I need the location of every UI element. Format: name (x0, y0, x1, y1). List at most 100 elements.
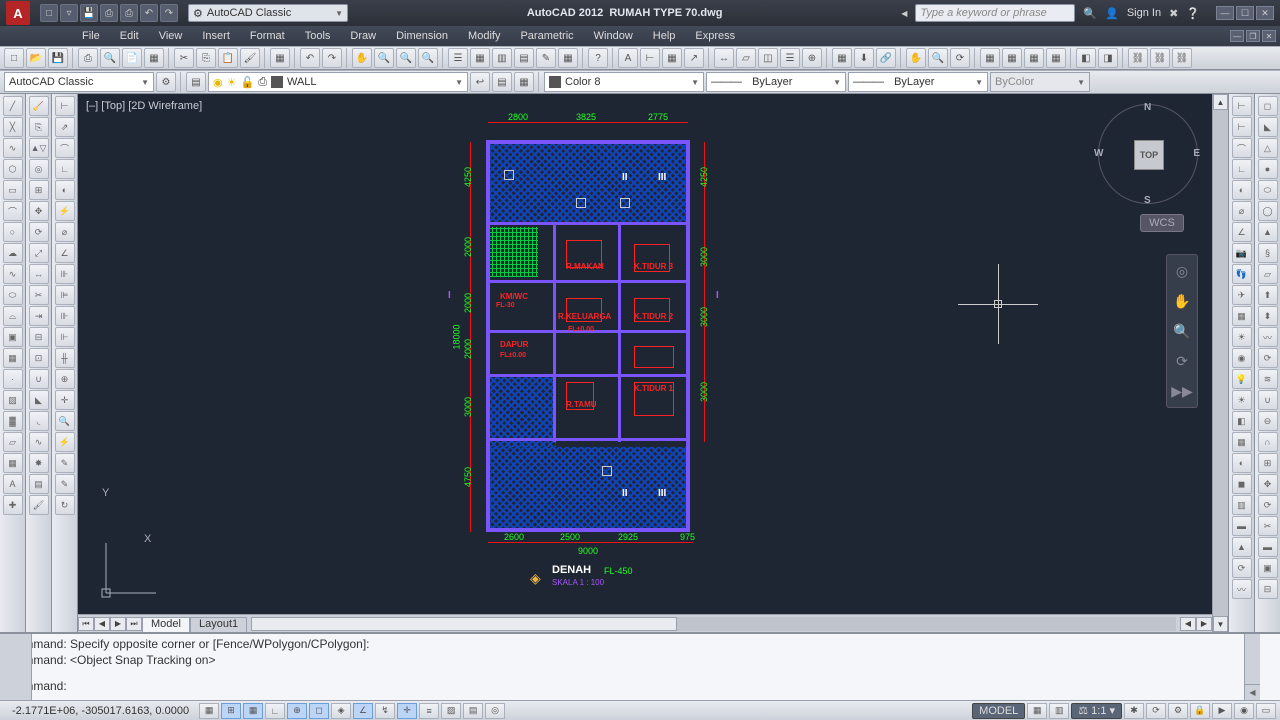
transparency-icon[interactable]: ▨ (441, 703, 461, 719)
tablestyle-icon[interactable]: ▦ (662, 48, 682, 68)
color-dropdown[interactable]: Color 8▼ (544, 72, 704, 92)
isolate-objects-icon[interactable]: ◉ (1234, 703, 1254, 719)
point-icon[interactable]: · (3, 369, 23, 389)
flatten-icon[interactable]: ▬ (1232, 516, 1252, 536)
wedge-icon[interactable]: ◣ (1258, 117, 1278, 137)
stretch-icon[interactable]: ↔ (29, 264, 49, 284)
new-icon[interactable]: □ (40, 4, 58, 22)
dim-linear-icon[interactable]: ⊢ (1232, 96, 1252, 116)
render-icon[interactable]: ☀ (1232, 327, 1252, 347)
visual-icon[interactable]: ▦ (1232, 306, 1252, 326)
menu-dimension[interactable]: Dimension (386, 26, 458, 46)
rect-icon[interactable]: ▭ (3, 180, 23, 200)
undo-icon[interactable]: ↶ (300, 48, 320, 68)
viewport-label[interactable]: [–] [Top] [2D Wireframe] (86, 100, 202, 112)
last-tab-icon[interactable]: ⏭ (126, 617, 142, 631)
dim-rad-icon[interactable]: ◐ (1232, 180, 1252, 200)
clean-screen-icon[interactable]: ▭ (1256, 703, 1276, 719)
plotstyle-dropdown[interactable]: ByColor▼ (990, 72, 1090, 92)
tol-icon[interactable]: ⊕ (55, 369, 75, 389)
area-icon[interactable]: ▱ (736, 48, 756, 68)
offset-icon[interactable]: ◎ (29, 159, 49, 179)
quickcalc-icon[interactable]: ▦ (558, 48, 578, 68)
app-icon[interactable]: A (6, 1, 30, 25)
tab-layout1[interactable]: Layout1 (190, 617, 247, 633)
dim-ang-icon[interactable]: ∠ (1232, 222, 1252, 242)
menu-parametric[interactable]: Parametric (510, 26, 583, 46)
redo-icon[interactable]: ↷ (322, 48, 342, 68)
annotation-autoscale-icon[interactable]: ⟳ (1146, 703, 1166, 719)
list-icon[interactable]: ☰ (780, 48, 800, 68)
region-icon[interactable]: ▱ (3, 432, 23, 452)
sweep-icon[interactable]: 〰 (1258, 327, 1278, 347)
command-grip[interactable] (0, 634, 32, 700)
textstyle-icon[interactable]: A (618, 48, 638, 68)
inspect-icon[interactable]: 🔍 (55, 411, 75, 431)
dynamic-input-icon[interactable]: ✛ (397, 703, 417, 719)
doc-close-button[interactable]: ✕ (1262, 30, 1276, 42)
addselect-icon[interactable]: ✚ (3, 495, 23, 515)
menu-insert[interactable]: Insert (192, 26, 240, 46)
minimize-button[interactable]: — (1216, 6, 1234, 20)
center-icon[interactable]: ✛ (55, 390, 75, 410)
slice-icon[interactable]: ✂ (1258, 516, 1278, 536)
ws2-icon[interactable]: ▦ (1002, 48, 1022, 68)
zoom-extents-icon[interactable]: 🔍 (1170, 319, 1194, 343)
dim-aligned-icon[interactable]: ⊢ (1232, 117, 1252, 137)
object-snap-icon[interactable]: ◻ (309, 703, 329, 719)
close-button[interactable]: ✕ (1256, 6, 1274, 20)
paste-icon[interactable]: 📋 (218, 48, 238, 68)
3dmove-icon[interactable]: ✥ (1258, 474, 1278, 494)
tab-model[interactable]: Model (142, 617, 190, 633)
first-tab-icon[interactable]: ⏮ (78, 617, 94, 631)
3d-surf-icon[interactable]: ◐ (1232, 453, 1252, 473)
dim-arc-icon[interactable]: ⌒ (1232, 138, 1252, 158)
zoom-prev-icon[interactable]: 🔍 (418, 48, 438, 68)
polar-tracking-icon[interactable]: ⊕ (287, 703, 307, 719)
wblock-icon[interactable]: ▦ (832, 48, 852, 68)
revolve-icon[interactable]: ⟳ (1258, 348, 1278, 368)
coordinates-display[interactable]: -2.1771E+06, -305017.6163, 0.0000 (4, 705, 197, 717)
ucs-icon[interactable]: YX (96, 533, 176, 606)
model-space-button[interactable]: MODEL (972, 703, 1025, 719)
menu-view[interactable]: View (149, 26, 193, 46)
mleaderstyle-icon[interactable]: ↗ (684, 48, 704, 68)
imprint-icon[interactable]: ▣ (1258, 558, 1278, 578)
cone-icon[interactable]: △ (1258, 138, 1278, 158)
hardware-accel-icon[interactable]: ▶ (1212, 703, 1232, 719)
extend-icon[interactable]: ⇥ (29, 306, 49, 326)
spline-icon[interactable]: ∿ (3, 264, 23, 284)
selection-cycling-icon[interactable]: ◎ (485, 703, 505, 719)
viewcube[interactable]: TOP N S E W (1098, 104, 1198, 204)
join-icon[interactable]: ∪ (29, 369, 49, 389)
quickview-drawings-icon[interactable]: ▥ (1049, 703, 1069, 719)
dim-ord-icon[interactable]: ∟ (1232, 159, 1252, 179)
polygon-icon[interactable]: ⬡ (3, 159, 23, 179)
ws-orbit-icon[interactable]: ⟳ (950, 48, 970, 68)
insert-icon[interactable]: ⬇ (854, 48, 874, 68)
toolbar-lock-icon[interactable]: 🔒 (1190, 703, 1210, 719)
draworder-icon[interactable]: ▤ (29, 474, 49, 494)
exchange-icon[interactable]: ✖ (1169, 7, 1178, 20)
layer-props-icon[interactable]: ▤ (186, 72, 206, 92)
helix-icon[interactable]: § (1258, 243, 1278, 263)
rev-icon[interactable]: ⟳ (1232, 558, 1252, 578)
lineweight-icon[interactable]: ≡ (419, 703, 439, 719)
xline-icon[interactable]: ╳ (3, 117, 23, 137)
et3-icon[interactable]: ⛓ (1128, 48, 1148, 68)
maximize-button[interactable]: ☐ (1236, 6, 1254, 20)
revcloud-icon[interactable]: ☁ (3, 243, 23, 263)
qdim-icon[interactable]: ⊪ (55, 264, 75, 284)
lights-icon[interactable]: 💡 (1232, 369, 1252, 389)
scroll-right-icon[interactable]: ▶ (1196, 617, 1212, 631)
doc-minimize-button[interactable]: — (1230, 30, 1244, 42)
open-icon[interactable]: ▿ (60, 4, 78, 22)
dim-dia-icon[interactable]: ⌀ (1232, 201, 1252, 221)
hatch-icon[interactable]: ▨ (3, 390, 23, 410)
infer-constraints-icon[interactable]: ▦ (199, 703, 219, 719)
designcenter-icon[interactable]: ▦ (470, 48, 490, 68)
menu-modify[interactable]: Modify (458, 26, 510, 46)
fly-icon[interactable]: ✈ (1232, 285, 1252, 305)
blockeditor-icon[interactable]: ▦ (270, 48, 290, 68)
3d-solid-icon[interactable]: ◼ (1232, 474, 1252, 494)
